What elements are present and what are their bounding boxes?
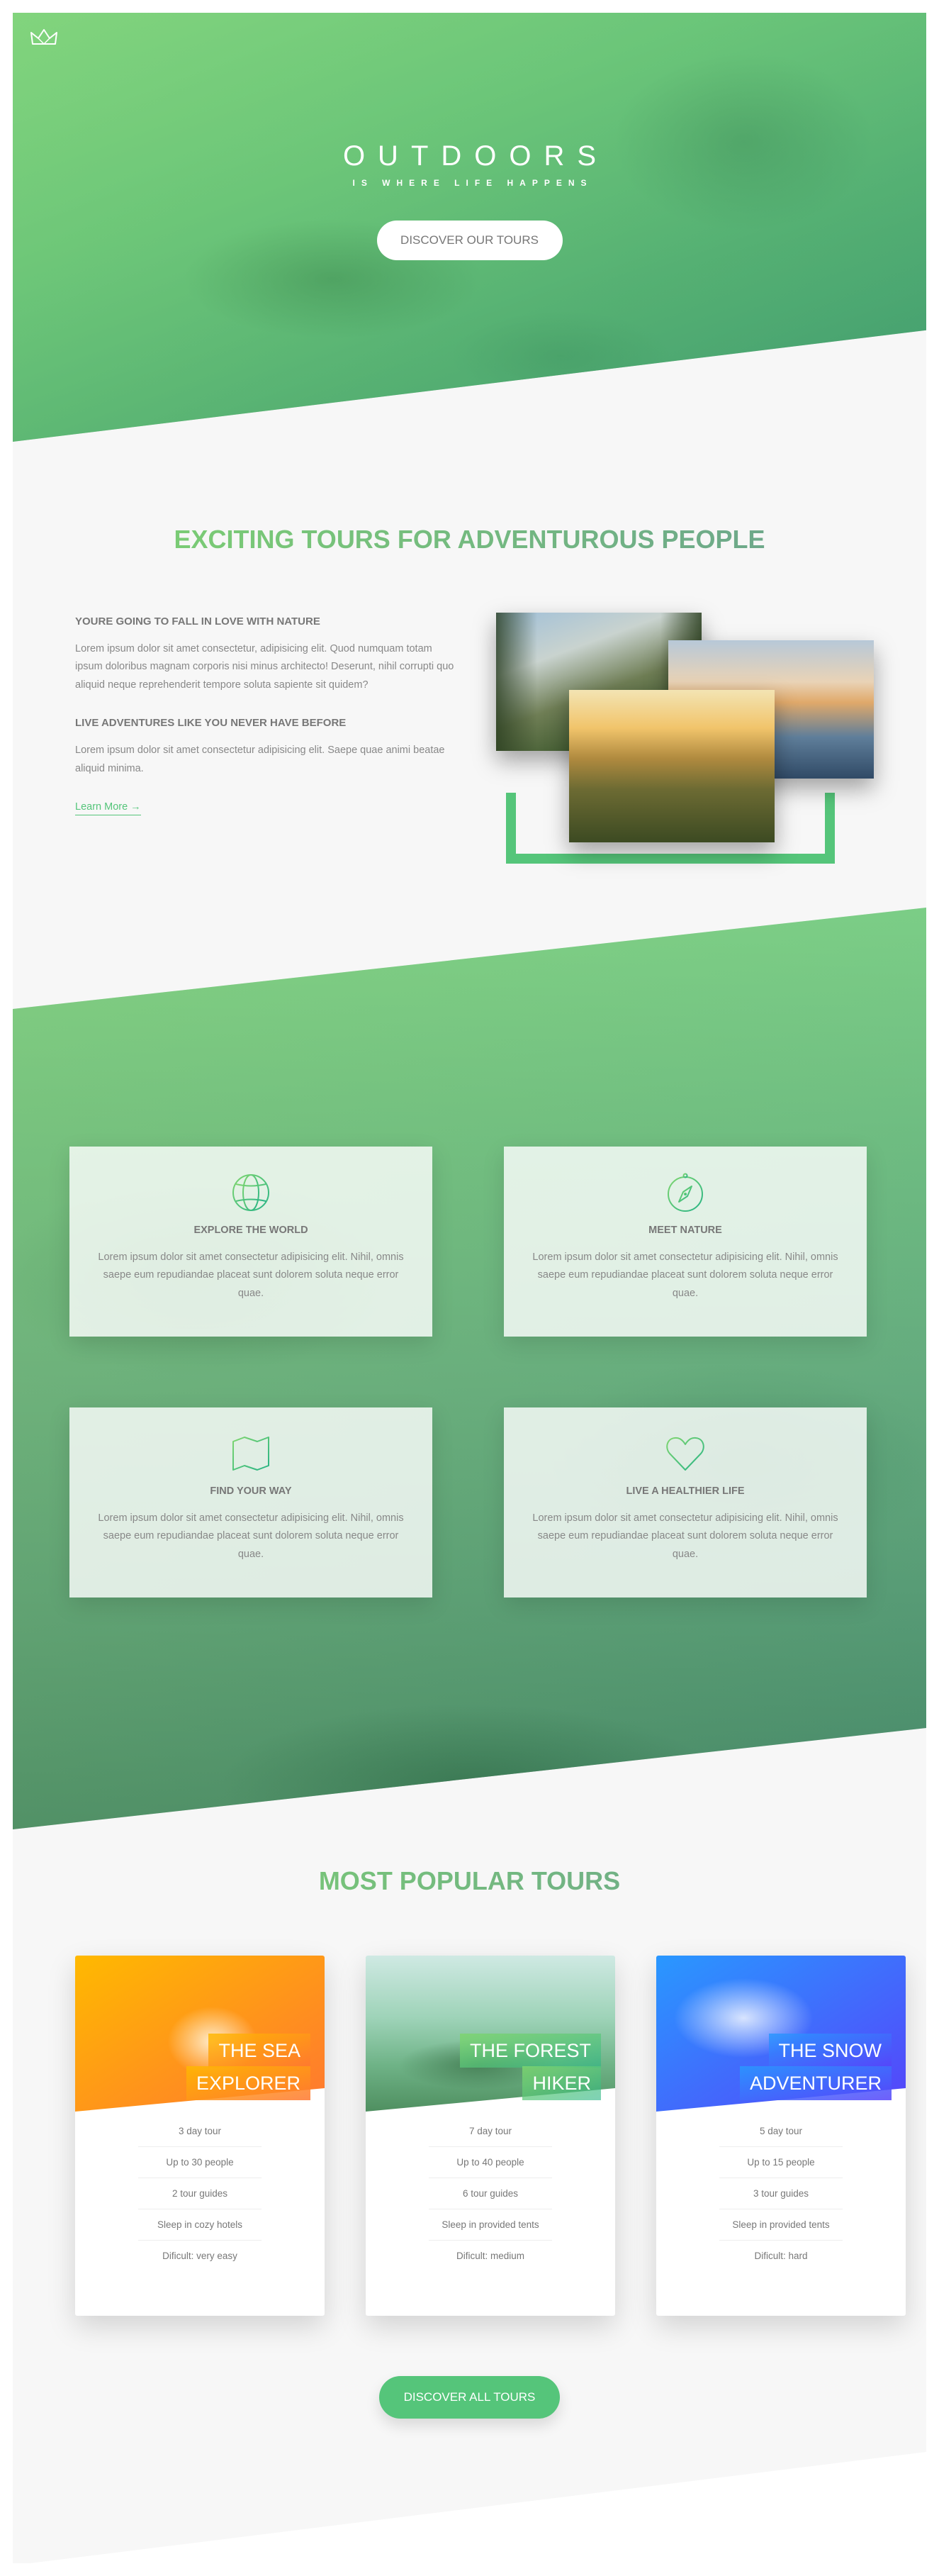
- card-detail-item: 2 tour guides: [138, 2178, 262, 2209]
- card-heading-line1: THE SNOW: [768, 2034, 892, 2068]
- card-detail-item: Up to 15 people: [719, 2147, 843, 2178]
- discover-tours-button[interactable]: DISCOVER OUR TOURS: [376, 221, 563, 260]
- feature-box: LIVE A HEALTHIER LIFE Lorem ipsum dolor …: [504, 1407, 867, 1598]
- card-heading: THE SEA EXPLORER: [154, 2034, 310, 2100]
- card-details: 5 day tour Up to 15 people 3 tour guides…: [656, 2112, 906, 2271]
- card-detail-item: Sleep in provided tents: [429, 2209, 552, 2241]
- card-detail-item: Sleep in cozy hotels: [138, 2209, 262, 2241]
- map-icon: [232, 1437, 269, 1471]
- card-detail-item: 3 tour guides: [719, 2178, 843, 2209]
- brand-tagline: IS WHERE LIFE HAPPENS: [352, 178, 593, 188]
- hero-header: OUTDOORS IS WHERE LIFE HAPPENS DISCOVER …: [13, 13, 926, 442]
- card-heading-line2: EXPLORER: [186, 2065, 310, 2100]
- about-heading: EXCITING TOURS FOR ADVENTUROUS PEOPLE: [13, 525, 926, 554]
- learn-more-link[interactable]: Learn More →: [75, 801, 141, 815]
- card-heading: THE FOREST HIKER: [445, 2034, 601, 2100]
- card-details: 7 day tour Up to 40 people 6 tour guides…: [366, 2112, 615, 2271]
- card-detail-item: 7 day tour: [429, 2116, 552, 2147]
- globe-icon: [232, 1174, 269, 1211]
- card-detail-item: Dificult: hard: [754, 2251, 808, 2261]
- page: OUTDOORS IS WHERE LIFE HAPPENS DISCOVER …: [13, 13, 926, 2563]
- card-detail-item: 6 tour guides: [429, 2178, 552, 2209]
- card-details: 3 day tour Up to 30 people 2 tour guides…: [75, 2112, 325, 2271]
- card-detail-item: Up to 30 people: [138, 2147, 262, 2178]
- brand-title: OUTDOORS: [342, 140, 609, 172]
- feature-title: MEET NATURE: [648, 1225, 722, 1236]
- photo-mountain-ridge[interactable]: [569, 690, 775, 842]
- card-heading: THE SNOW ADVENTURER: [736, 2034, 892, 2100]
- feature-title: LIVE A HEALTHIER LIFE: [626, 1485, 745, 1497]
- tour-card-forest-hiker[interactable]: THE FOREST HIKER 7 day tour Up to 40 peo…: [366, 1956, 615, 2316]
- feature-text: Lorem ipsum dolor sit amet consectetur a…: [98, 1512, 404, 1560]
- card-heading-line1: THE FOREST: [459, 2034, 601, 2068]
- card-detail-item: Up to 40 people: [429, 2147, 552, 2178]
- about-block1-title: YOURE GOING TO FALL IN LOVE WITH NATURE: [75, 615, 320, 628]
- feature-box: MEET NATURE Lorem ipsum dolor sit amet c…: [504, 1147, 867, 1337]
- card-detail-item: 5 day tour: [719, 2116, 843, 2147]
- card-detail-item: 3 day tour: [138, 2116, 262, 2147]
- about-block2-title: LIVE ADVENTURES LIKE YOU NEVER HAVE BEFO…: [75, 717, 347, 730]
- feature-title: FIND YOUR WAY: [210, 1485, 292, 1497]
- card-heading-line2: ADVENTURER: [739, 2065, 892, 2100]
- about-block2-text: Lorem ipsum dolor sit amet consectetur a…: [75, 745, 445, 774]
- tour-card-snow-adventurer[interactable]: THE SNOW ADVENTURER 5 day tour Up to 15 …: [656, 1956, 906, 2316]
- tour-card-sea-explorer[interactable]: THE SEA EXPLORER 3 day tour Up to 30 peo…: [75, 1956, 325, 2316]
- compass-icon: [668, 1173, 703, 1212]
- card-detail-item: Sleep in provided tents: [719, 2209, 843, 2241]
- feature-title: EXPLORE THE WORLD: [193, 1225, 308, 1236]
- crown-logo-icon[interactable]: [30, 27, 58, 48]
- about-block1-text: Lorem ipsum dolor sit amet consectetur, …: [75, 643, 454, 691]
- feature-text: Lorem ipsum dolor sit amet consectetur a…: [532, 1512, 838, 1560]
- card-heading-line1: THE SEA: [208, 2034, 310, 2068]
- card-detail-item: Dificult: very easy: [162, 2251, 237, 2261]
- photo-composition: [480, 601, 874, 885]
- feature-box: EXPLORE THE WORLD Lorem ipsum dolor sit …: [69, 1147, 432, 1337]
- about-text: YOURE GOING TO FALL IN LOVE WITH NATURE …: [75, 615, 458, 815]
- tours-heading: MOST POPULAR TOURS: [13, 1866, 926, 1896]
- feature-text: Lorem ipsum dolor sit amet consectetur a…: [98, 1251, 404, 1299]
- feature-text: Lorem ipsum dolor sit amet consectetur a…: [532, 1251, 838, 1299]
- card-detail-item: Dificult: medium: [456, 2251, 525, 2261]
- discover-all-tours-button[interactable]: DISCOVER ALL TOURS: [379, 2376, 560, 2419]
- footer-wedge: [13, 2452, 926, 2563]
- features-section: EXPLORE THE WORLD Lorem ipsum dolor sit …: [13, 908, 926, 1829]
- card-heading-line2: HIKER: [522, 2065, 601, 2100]
- heart-icon: [666, 1437, 704, 1471]
- feature-box: FIND YOUR WAY Lorem ipsum dolor sit amet…: [69, 1407, 432, 1598]
- hero-text-box: OUTDOORS IS WHERE LIFE HAPPENS DISCOVER …: [13, 140, 926, 260]
